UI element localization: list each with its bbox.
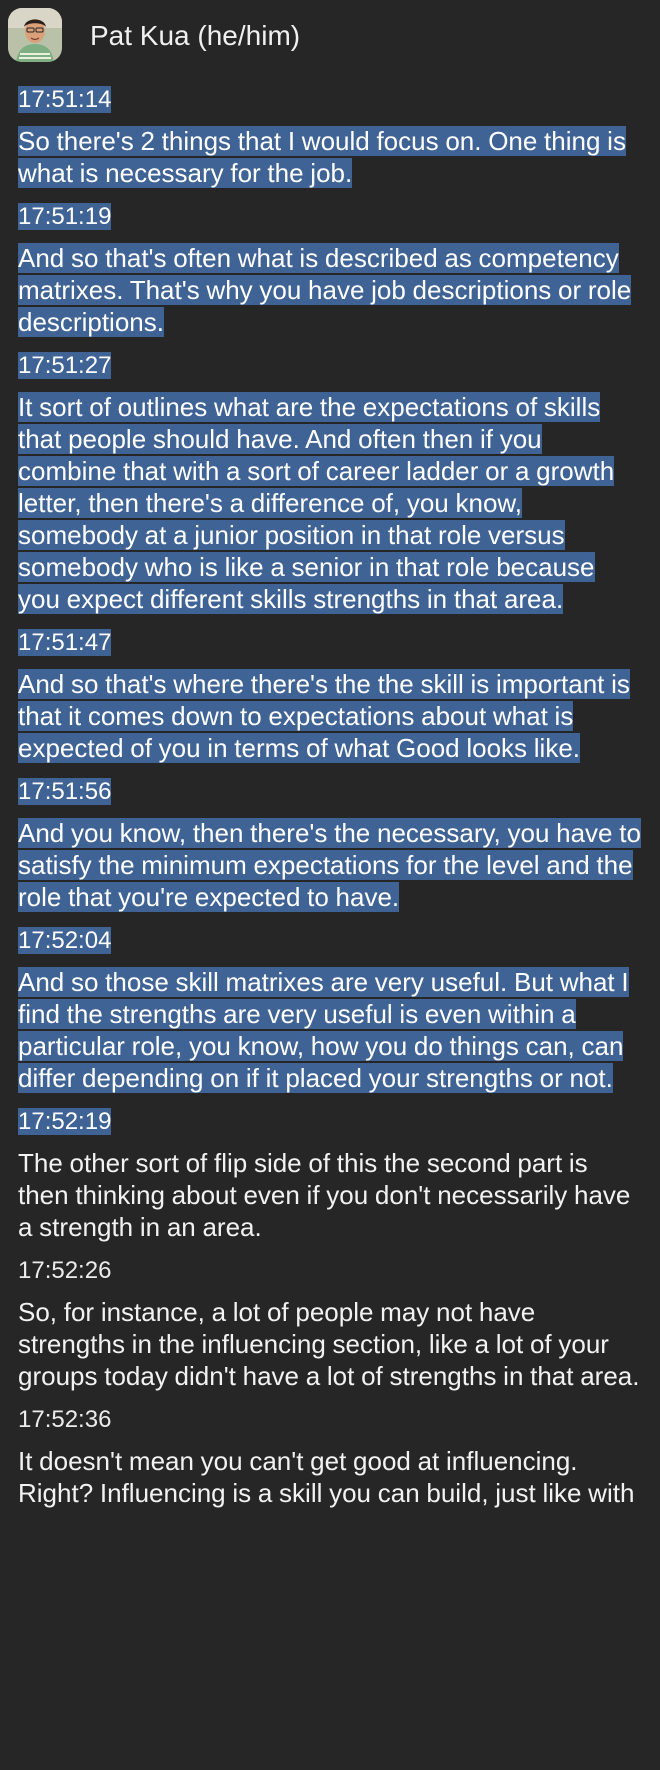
timestamp: 17:52:26: [18, 1255, 642, 1287]
transcript-entry[interactable]: 17:52:26 So, for instance, a lot of peopl…: [18, 1255, 642, 1392]
transcript-text: It doesn't mean you can't get good at in…: [18, 1445, 642, 1509]
timestamp: 17:52:04: [18, 925, 642, 957]
transcript-entry[interactable]: 17:52:04 And so those skill matrixes are …: [18, 925, 642, 1094]
timestamp-text: 17:52:36: [18, 1406, 112, 1433]
transcript-entry[interactable]: 17:52:19 The other sort of flip side of t…: [18, 1106, 642, 1243]
timestamp: 17:51:19: [18, 201, 642, 233]
timestamp: 17:51:56: [18, 776, 642, 808]
transcript-text-content: So, for instance, a lot of people may no…: [18, 1297, 640, 1391]
timestamp-text: 17:51:27: [18, 352, 112, 379]
timestamp-text: 17:51:47: [18, 629, 112, 656]
transcript-list[interactable]: 17:51:14 So there's 2 things that I would…: [0, 84, 660, 1509]
timestamp-text: 17:52:26: [18, 1257, 112, 1284]
timestamp: 17:51:47: [18, 627, 642, 659]
transcript-text: And so that's often what is described as…: [18, 242, 642, 338]
timestamp-text: 17:52:19: [18, 1108, 112, 1135]
avatar[interactable]: [8, 8, 62, 62]
speaker-name: Pat Kua (he/him): [90, 20, 301, 51]
transcript-text-content: And so that's often what is described as…: [18, 243, 632, 337]
timestamp-text: 17:51:14: [18, 86, 112, 113]
transcript-entry[interactable]: 17:51:19 And so that's often what is desc…: [18, 201, 642, 338]
timestamp-text: 17:51:56: [18, 778, 112, 805]
transcript-text-content: And you know, then there's the necessary…: [18, 818, 641, 912]
transcript-text: And you know, then there's the necessary…: [18, 817, 642, 913]
timestamp: 17:52:36: [18, 1404, 642, 1436]
transcript-text: So, for instance, a lot of people may no…: [18, 1296, 642, 1392]
timestamp-text: 17:51:19: [18, 203, 112, 230]
transcript-text: The other sort of flip side of this the …: [18, 1147, 642, 1243]
transcript-entry[interactable]: 17:51:47 And so that's where there's the …: [18, 627, 642, 764]
transcript-entry[interactable]: 17:51:56 And you know, then there's the n…: [18, 776, 642, 913]
transcript-entry[interactable]: 17:51:14 So there's 2 things that I would…: [18, 84, 642, 189]
timestamp: 17:52:19: [18, 1106, 642, 1138]
transcript-text: So there's 2 things that I would focus o…: [18, 125, 642, 189]
transcript-text-content: It doesn't mean you can't get good at in…: [18, 1446, 635, 1508]
timestamp: 17:51:14: [18, 84, 642, 116]
transcript-text: And so that's where there's the the skil…: [18, 668, 642, 764]
transcript-text: And so those skill matrixes are very use…: [18, 966, 642, 1094]
transcript-entry[interactable]: 17:51:27 It sort of outlines what are the…: [18, 350, 642, 615]
transcript-text-content: And so those skill matrixes are very use…: [18, 967, 629, 1093]
timestamp-text: 17:52:04: [18, 927, 112, 954]
transcript-text: It sort of outlines what are the expecta…: [18, 391, 642, 615]
transcript-text-content: And so that's where there's the the skil…: [18, 669, 630, 763]
transcript-text-content: The other sort of flip side of this the …: [18, 1148, 631, 1242]
transcript-entry[interactable]: 17:52:36 It doesn't mean you can't get go…: [18, 1404, 642, 1509]
transcript-text-content: It sort of outlines what are the expecta…: [18, 392, 615, 614]
timestamp: 17:51:27: [18, 350, 642, 382]
transcript-text-content: So there's 2 things that I would focus o…: [18, 126, 626, 188]
speaker-header: Pat Kua (he/him): [0, 0, 660, 76]
